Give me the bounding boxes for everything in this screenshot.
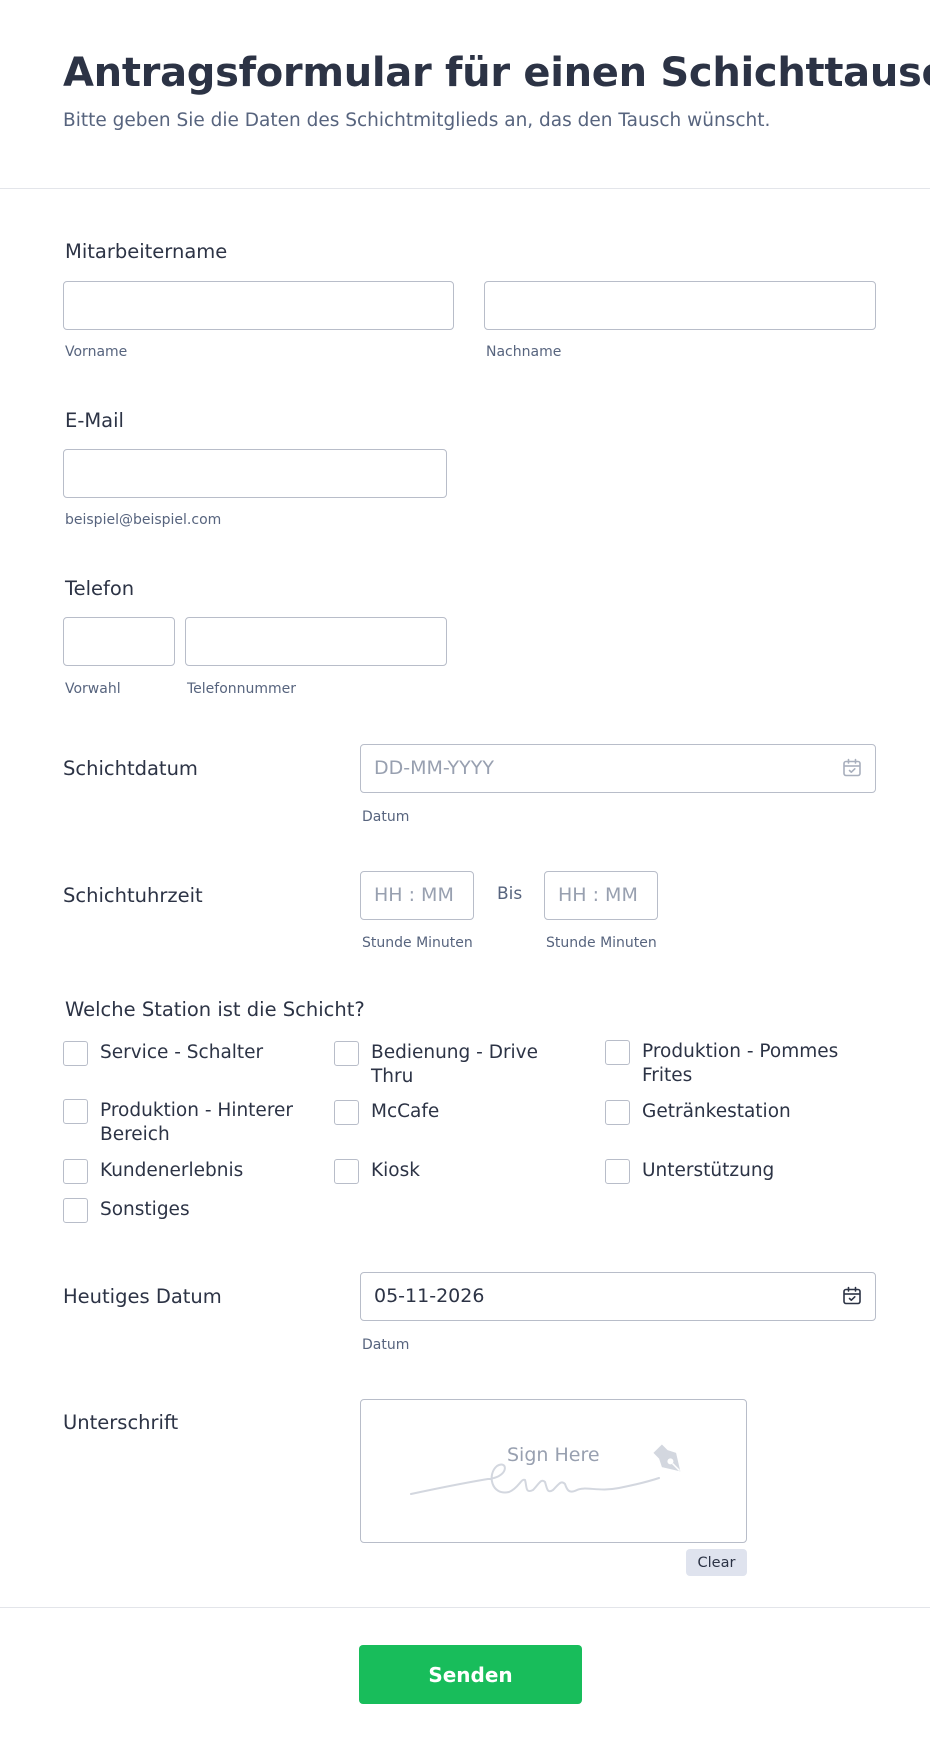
- shift-date-sublabel: Datum: [362, 809, 410, 825]
- signature-label: Unterschrift: [63, 1411, 179, 1434]
- shift-time-to-sublabel: Stunde Minuten: [546, 935, 657, 951]
- email-sublabel: beispiel@beispiel.com: [65, 512, 222, 528]
- shift-time-label: Schichtuhrzeit: [63, 884, 203, 907]
- station-option-label: Unterstützung: [642, 1160, 775, 1181]
- station-label: Welche Station ist die Schicht?: [65, 998, 365, 1021]
- shift-date-label: Schichtdatum: [63, 757, 198, 780]
- pen-nib-icon: [653, 1444, 681, 1472]
- area-code-input[interactable]: [63, 617, 175, 666]
- station-option-label: Getränkestation: [642, 1101, 791, 1122]
- station-checkbox-getraenkestation[interactable]: [605, 1100, 630, 1125]
- today-date-value: 05-11-2026: [374, 1285, 485, 1307]
- station-option-label: Produktion - Hinterer Bereich: [100, 1100, 294, 1145]
- employee-name-label: Mitarbeitername: [65, 240, 228, 263]
- station-option-label: Kundenerlebnis: [100, 1160, 244, 1181]
- header-divider: [0, 188, 930, 189]
- signature-pad[interactable]: Sign Here: [360, 1399, 747, 1543]
- station-option-label: Kiosk: [371, 1160, 420, 1181]
- station-checkbox-sonstiges[interactable]: [63, 1198, 88, 1223]
- footer-divider: [0, 1607, 930, 1608]
- shift-time-from-input[interactable]: HH : MM: [360, 871, 474, 920]
- station-checkbox-hinterer-bereich[interactable]: [63, 1099, 88, 1124]
- time-range-separator: Bis: [497, 884, 523, 904]
- station-checkbox-service-schalter[interactable]: [63, 1041, 88, 1066]
- today-date-label: Heutiges Datum: [63, 1285, 222, 1308]
- station-checkbox-kiosk[interactable]: [334, 1159, 359, 1184]
- area-code-sublabel: Vorwahl: [65, 681, 121, 697]
- shift-time-to-input[interactable]: HH : MM: [544, 871, 658, 920]
- station-checkbox-drive-thru[interactable]: [334, 1041, 359, 1066]
- signature-clear-button[interactable]: Clear: [686, 1549, 747, 1576]
- today-date-input[interactable]: 05-11-2026: [360, 1272, 876, 1321]
- station-checkbox-kundenerlebnis[interactable]: [63, 1159, 88, 1184]
- station-option-label: Bedienung - Drive Thru: [371, 1042, 539, 1087]
- email-input[interactable]: [63, 449, 447, 498]
- email-label: E-Mail: [65, 409, 124, 432]
- first-name-sublabel: Vorname: [65, 344, 128, 360]
- shift-date-placeholder: DD-MM-YYYY: [374, 757, 494, 779]
- today-date-sublabel: Datum: [362, 1337, 410, 1353]
- last-name-input[interactable]: [484, 281, 876, 330]
- last-name-sublabel: Nachname: [486, 344, 562, 360]
- shift-time-to-placeholder: HH : MM: [558, 884, 638, 906]
- station-option-label: Service - Schalter: [100, 1042, 264, 1063]
- form-subtitle: Bitte geben Sie die Daten des Schichtmit…: [63, 110, 771, 131]
- station-option-label: McCafe: [371, 1101, 440, 1122]
- station-checkbox-pommes-frites[interactable]: [605, 1040, 630, 1065]
- station-checkbox-mccafe[interactable]: [334, 1100, 359, 1125]
- form-title: Antragsformular für einen Schichttausch: [63, 50, 930, 96]
- shift-date-input[interactable]: DD-MM-YYYY: [360, 744, 876, 793]
- calendar-icon[interactable]: [842, 1286, 862, 1310]
- phone-number-input[interactable]: [185, 617, 447, 666]
- shift-time-from-sublabel: Stunde Minuten: [362, 935, 473, 951]
- submit-button[interactable]: Senden: [359, 1645, 582, 1704]
- phone-label: Telefon: [65, 577, 135, 600]
- station-option-label: Sonstiges: [100, 1199, 190, 1220]
- station-checkbox-unterstuetzung[interactable]: [605, 1159, 630, 1184]
- shift-time-from-placeholder: HH : MM: [374, 884, 454, 906]
- calendar-icon[interactable]: [842, 758, 862, 782]
- first-name-input[interactable]: [63, 281, 454, 330]
- station-option-label: Produktion - Pommes Frites: [642, 1041, 839, 1086]
- phone-number-sublabel: Telefonnummer: [187, 681, 297, 697]
